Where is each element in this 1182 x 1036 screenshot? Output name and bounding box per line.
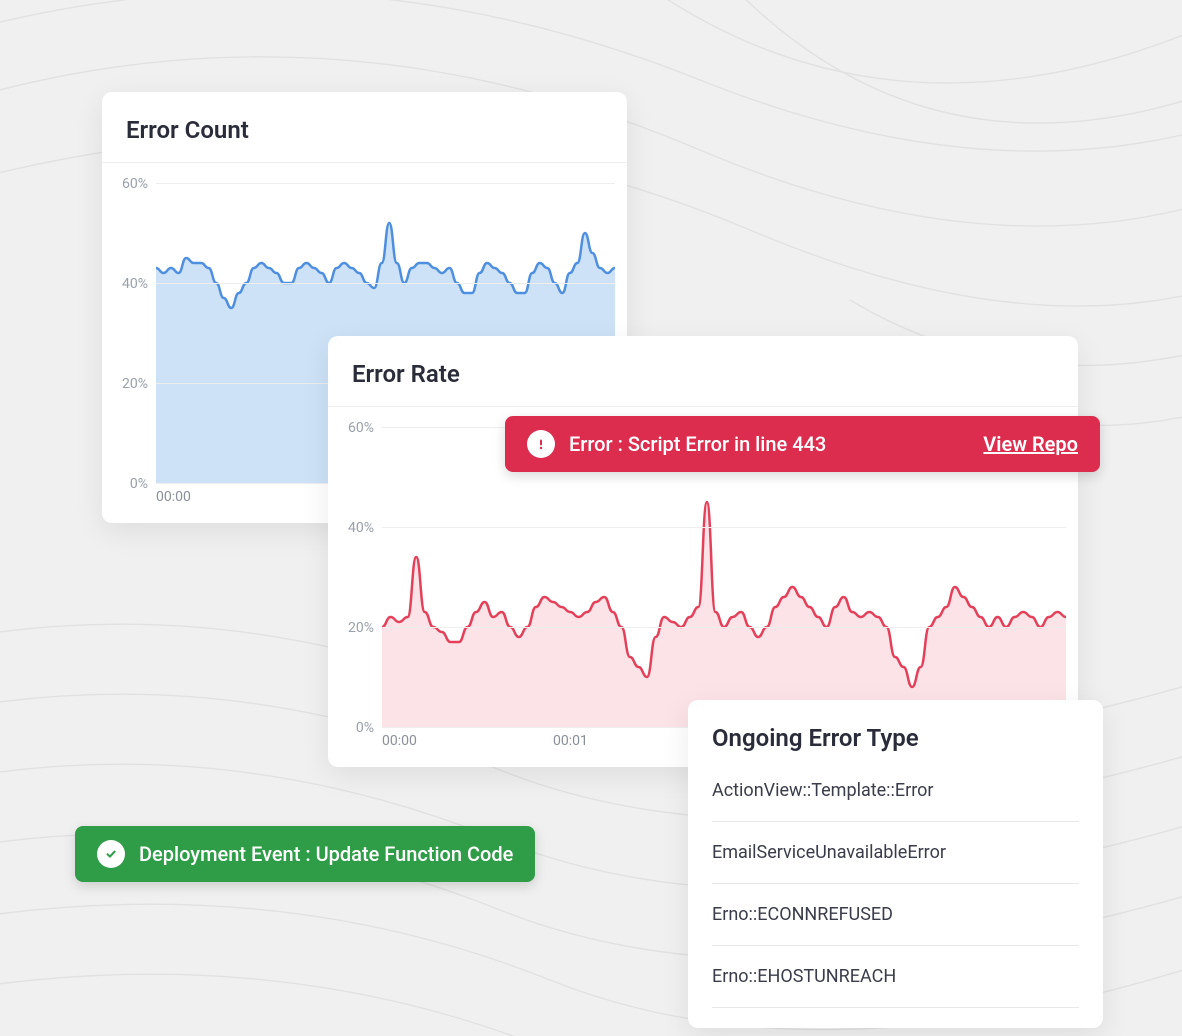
list-item[interactable]: Erno::ECONNREFUSED xyxy=(712,884,1079,946)
deployment-banner[interactable]: Deployment Event : Update Function Code xyxy=(75,826,535,882)
y-tick: 0% xyxy=(130,476,156,492)
error-banner-text: Error : Script Error in line 443 xyxy=(569,432,826,456)
ongoing-error-title: Ongoing Error Type xyxy=(688,700,1103,760)
view-repo-link[interactable]: View Repo xyxy=(983,432,1078,456)
error-count-title: Error Count xyxy=(102,92,627,163)
y-tick: 40% xyxy=(348,520,382,536)
y-tick: 20% xyxy=(348,620,382,636)
ongoing-error-card: Ongoing Error Type ActionView::Template:… xyxy=(688,700,1103,1028)
y-tick: 0% xyxy=(356,720,382,736)
error-rate-title: Error Rate xyxy=(328,336,1078,407)
y-tick: 60% xyxy=(348,420,382,436)
deployment-banner-text: Deployment Event : Update Function Code xyxy=(139,842,513,866)
alert-icon xyxy=(527,430,555,458)
check-icon xyxy=(97,840,125,868)
x-tick: 00:00 xyxy=(382,733,553,749)
list-item[interactable]: EmailServiceUnavailableError xyxy=(712,822,1079,884)
y-tick: 60% xyxy=(122,176,156,192)
list-item[interactable]: Erno::EHOSTUNREACH xyxy=(712,946,1079,1008)
y-tick: 20% xyxy=(122,376,156,392)
list-item[interactable]: ActionView::Template::Error xyxy=(712,760,1079,822)
ongoing-error-list: ActionView::Template::Error EmailService… xyxy=(688,760,1103,1028)
y-tick: 40% xyxy=(122,276,156,292)
error-rate-area-chart xyxy=(382,427,1066,727)
error-banner[interactable]: Error : Script Error in line 443 View Re… xyxy=(505,416,1100,472)
